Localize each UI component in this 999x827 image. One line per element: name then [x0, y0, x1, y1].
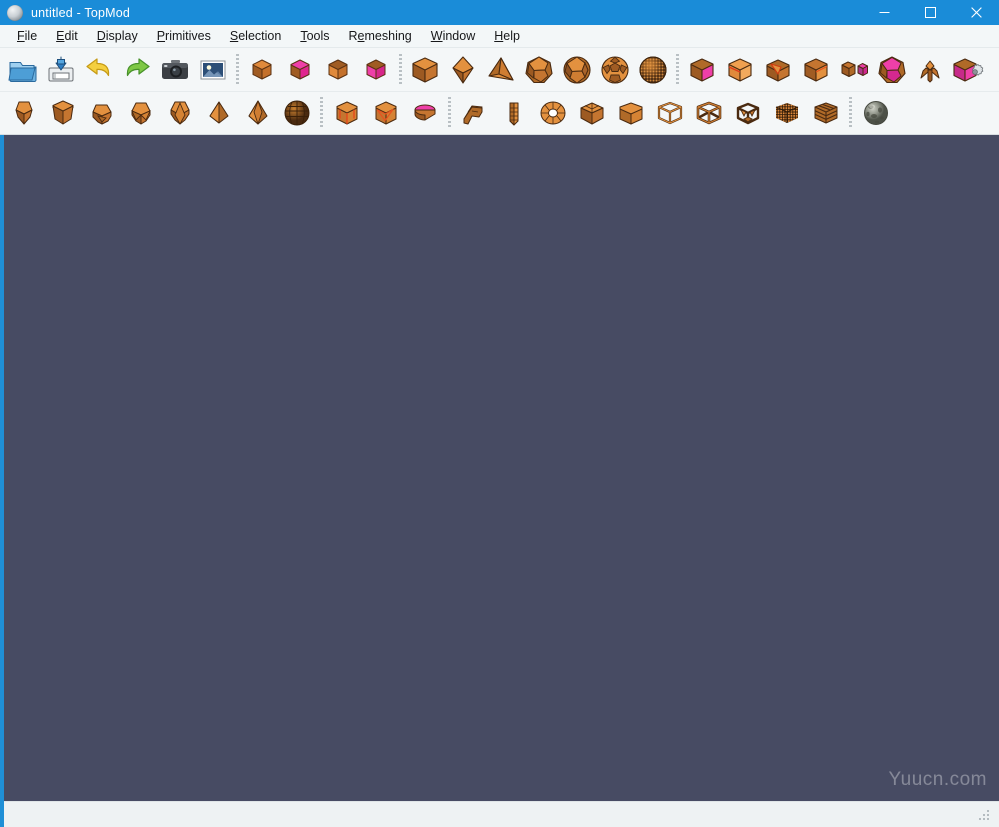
cube-orange-icon[interactable] — [319, 51, 357, 89]
menu-item-window[interactable]: Window — [422, 27, 485, 45]
tripod-icon[interactable] — [911, 51, 949, 89]
menu-item-remeshing[interactable]: Remeshing — [340, 27, 422, 45]
cube-triangle-face-icon[interactable] — [366, 95, 405, 131]
close-icon[interactable] — [953, 0, 999, 25]
status-bar — [4, 801, 999, 827]
camera-icon[interactable] — [156, 51, 194, 89]
menu-item-primitives[interactable]: Primitives — [148, 27, 221, 45]
model-viewport[interactable]: Yuucn.com — [4, 135, 999, 801]
window-controls — [861, 0, 999, 25]
toolbar-separator — [232, 52, 243, 88]
cube-icon[interactable] — [406, 51, 444, 89]
cube-plain-icon[interactable] — [797, 51, 835, 89]
application-window: untitled - TopMod File Edit Display Prim… — [0, 0, 999, 827]
cube-cut-icon[interactable] — [759, 51, 797, 89]
octahedron-icon[interactable] — [444, 51, 482, 89]
toolbar-separator — [845, 95, 856, 131]
menu-item-display[interactable]: Display — [88, 27, 148, 45]
column-icon[interactable] — [494, 95, 533, 131]
menu-item-selection[interactable]: Selection — [221, 27, 291, 45]
tetrahedron-icon[interactable] — [482, 51, 520, 89]
cube-magenta-icon[interactable] — [281, 51, 319, 89]
cube-orange-plain-icon[interactable] — [721, 51, 759, 89]
icosahedron-icon[interactable] — [558, 51, 596, 89]
minimize-icon[interactable] — [861, 0, 907, 25]
dodecahedron-icon[interactable] — [520, 51, 558, 89]
sphere-app-icon — [7, 4, 23, 21]
window-title: untitled - TopMod — [31, 5, 131, 20]
lattice-cube-icon[interactable] — [806, 95, 845, 131]
remesh-spike-icon[interactable] — [238, 95, 277, 131]
watermark-text: Yuucn.com — [888, 769, 987, 790]
title-bar: untitled - TopMod — [0, 0, 999, 25]
cube-magenta-face-icon[interactable] — [683, 51, 721, 89]
dodecahedron-magenta-icon[interactable] — [873, 51, 911, 89]
toolbar-primary — [0, 48, 999, 92]
redo-arrow-icon[interactable] — [118, 51, 156, 89]
cube-red-edges-icon[interactable] — [327, 95, 366, 131]
torus-icon[interactable] — [533, 95, 572, 131]
cube-magenta-icon[interactable] — [357, 51, 395, 89]
remesh-pyramid-icon[interactable] — [199, 95, 238, 131]
menu-item-file[interactable]: File — [8, 27, 47, 45]
wireframe-cube3-icon[interactable] — [728, 95, 767, 131]
toolbar-separator — [316, 95, 327, 131]
shape-magenta-top-icon[interactable] — [405, 95, 444, 131]
remesh-box-icon[interactable] — [43, 95, 82, 131]
toolbar-secondary — [0, 92, 999, 135]
open-box-icon[interactable] — [572, 95, 611, 131]
cube-orange-icon[interactable] — [243, 51, 281, 89]
remesh-frustum-icon[interactable] — [4, 95, 43, 131]
toolbar-separator — [444, 95, 455, 131]
wireframe-cube-icon[interactable] — [650, 95, 689, 131]
wireframe-cube2-icon[interactable] — [689, 95, 728, 131]
menu-item-tools[interactable]: Tools — [291, 27, 339, 45]
menu-item-edit[interactable]: Edit — [47, 27, 88, 45]
remesh-notch-icon[interactable] — [82, 95, 121, 131]
undo-arrow-icon[interactable] — [80, 51, 118, 89]
remesh-star-icon[interactable] — [160, 95, 199, 131]
menu-bar: File Edit Display Primitives Selection T… — [0, 25, 999, 48]
wireframe-cube4-icon[interactable] — [767, 95, 806, 131]
toolbar-separator — [395, 52, 406, 88]
remesh-fan-icon[interactable] — [121, 95, 160, 131]
cube-gear-icon[interactable] — [949, 51, 987, 89]
remesh-sphere-icon[interactable] — [277, 95, 316, 131]
bent-rod-icon[interactable] — [455, 95, 494, 131]
soccerball-icon[interactable] — [596, 51, 634, 89]
open-folder-icon[interactable] — [4, 51, 42, 89]
maximize-icon[interactable] — [907, 0, 953, 25]
geodesic-sphere-icon[interactable] — [634, 51, 672, 89]
picture-icon[interactable] — [194, 51, 232, 89]
textured-sphere-icon[interactable] — [856, 95, 895, 131]
save-disk-icon[interactable] — [42, 51, 80, 89]
toolbar-separator — [672, 52, 683, 88]
menu-item-help[interactable]: Help — [485, 27, 530, 45]
open-cube-icon[interactable] — [611, 95, 650, 131]
viewport-container: Yuucn.com — [0, 135, 999, 801]
resize-grip[interactable] — [977, 808, 991, 822]
split-cubes-icon[interactable] — [835, 51, 873, 89]
